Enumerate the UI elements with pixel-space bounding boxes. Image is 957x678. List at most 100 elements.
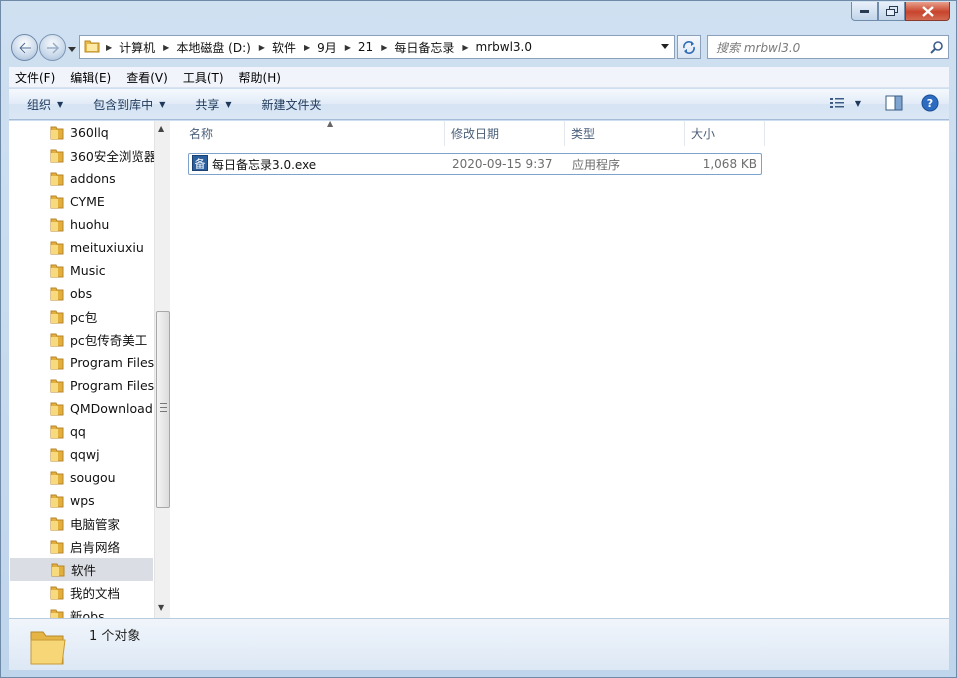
tree-item[interactable]: 360llq bbox=[9, 121, 154, 144]
tree-item-label: 我的文档 bbox=[70, 586, 121, 601]
menu-edit[interactable]: 编辑(E) bbox=[70, 69, 111, 86]
include-in-library-button[interactable]: 包含到库中 ▼ bbox=[93, 96, 165, 113]
tree-item-label: Music bbox=[70, 263, 106, 278]
chevron-right-icon: ▶ bbox=[462, 42, 469, 52]
recent-pages-dropdown[interactable] bbox=[68, 42, 77, 56]
breadcrumb-label: 软件 bbox=[271, 40, 296, 55]
tree-item-label: obs bbox=[70, 286, 93, 301]
share-button[interactable]: 共享 ▼ bbox=[195, 96, 231, 113]
address-history-dropdown[interactable] bbox=[656, 36, 674, 58]
file-row[interactable]: 备 每日备忘录3.0.exe 2020-09-15 9:37 应用程序 1,06… bbox=[188, 153, 762, 175]
tree-item[interactable]: huohu bbox=[9, 213, 154, 236]
tree-item[interactable]: sougou bbox=[9, 466, 154, 489]
tree-item[interactable]: Program Files bbox=[9, 351, 154, 374]
tree-item[interactable]: obs bbox=[9, 282, 154, 305]
tree-item[interactable]: qqwj bbox=[9, 443, 154, 466]
breadcrumb-21[interactable]: ▶ 21 bbox=[345, 40, 373, 54]
folder-icon bbox=[50, 562, 66, 581]
minimize-button[interactable] bbox=[851, 2, 878, 21]
folder-icon bbox=[49, 148, 65, 167]
folder-icon bbox=[27, 624, 67, 671]
file-name: 每日备忘录3.0.exe bbox=[212, 157, 317, 172]
tree-item[interactable]: 新obs bbox=[9, 604, 154, 618]
breadcrumb-drive-d[interactable]: ▶ 本地磁盘 (D:) bbox=[163, 39, 251, 56]
tree-item[interactable]: QMDownload bbox=[9, 397, 154, 420]
address-bar[interactable]: ▶ 计算机 ▶ 本地磁盘 (D:) ▶ 软件 ▶ 9月 ▶ 21 ▶ 每日备忘录 bbox=[79, 35, 675, 59]
folder-icon bbox=[49, 355, 65, 374]
change-view-button[interactable]: ▼ bbox=[829, 96, 861, 110]
chevron-down-icon: ▼ bbox=[57, 99, 64, 109]
explorer-window: ▶ 计算机 ▶ 本地磁盘 (D:) ▶ 软件 ▶ 9月 ▶ 21 ▶ 每日备忘录 bbox=[0, 0, 957, 678]
tree-item-label: addons bbox=[70, 171, 116, 186]
breadcrumb-mrbwl[interactable]: ▶ mrbwl3.0 bbox=[462, 40, 532, 54]
breadcrumb-label: 9月 bbox=[317, 40, 337, 55]
tree-item[interactable]: qq bbox=[9, 420, 154, 443]
scrollbar-thumb[interactable] bbox=[156, 311, 170, 508]
help-button[interactable]: ? bbox=[921, 94, 939, 112]
column-type-label: 类型 bbox=[571, 127, 596, 141]
menu-view[interactable]: 查看(V) bbox=[126, 69, 168, 86]
folder-icon bbox=[49, 125, 65, 144]
tree-item[interactable]: wps bbox=[9, 489, 154, 512]
search-icon[interactable] bbox=[930, 40, 944, 57]
tree-item[interactable]: 软件 bbox=[10, 558, 153, 581]
navigation-scrollbar[interactable]: ▲ ▼ bbox=[154, 121, 170, 618]
chevron-right-icon: ▶ bbox=[106, 42, 113, 52]
folder-icon bbox=[49, 447, 65, 466]
chevron-right-icon: ▶ bbox=[258, 42, 265, 52]
chevron-right-icon: ▶ bbox=[303, 42, 311, 52]
tree-item[interactable]: CYME bbox=[9, 190, 154, 213]
tree-item[interactable]: 启肯网络 bbox=[9, 535, 154, 558]
back-button[interactable] bbox=[11, 34, 38, 61]
breadcrumb-september[interactable]: ▶ 9月 bbox=[304, 39, 337, 56]
menu-tools[interactable]: 工具(T) bbox=[183, 69, 224, 86]
close-button[interactable] bbox=[905, 2, 950, 21]
tree-item[interactable]: meituxiuxiu bbox=[9, 236, 154, 259]
content-area: 360llq 360安全浏览器 addons CYME huohu meituxiuxiu… bbox=[9, 119, 949, 618]
chevron-down-icon bbox=[68, 47, 76, 52]
tree-item[interactable]: 我的文档 bbox=[9, 581, 154, 604]
scroll-up-arrow-icon[interactable]: ▲ bbox=[158, 124, 164, 133]
column-type[interactable]: 类型 bbox=[565, 121, 685, 146]
maximize-button[interactable] bbox=[878, 2, 905, 21]
preview-pane-button[interactable] bbox=[885, 95, 903, 111]
column-modified[interactable]: 修改日期 bbox=[445, 121, 565, 146]
search-input[interactable]: 搜索 mrbwl3.0 bbox=[707, 35, 949, 59]
refresh-button[interactable] bbox=[677, 35, 701, 59]
menu-bar: 文件(F) 编辑(E) 查看(V) 工具(T) 帮助(H) bbox=[9, 67, 949, 88]
organize-button[interactable]: 组织 ▼ bbox=[27, 96, 63, 113]
preview-pane-icon bbox=[885, 95, 903, 111]
command-bar: 组织 ▼ 包含到库中 ▼ 共享 ▼ 新建文件夹 ▼ ? bbox=[9, 89, 949, 120]
column-modified-label: 修改日期 bbox=[451, 127, 500, 141]
column-name[interactable]: 名称 ▲ bbox=[183, 119, 445, 146]
forward-button[interactable] bbox=[39, 34, 66, 61]
scroll-down-arrow-icon[interactable]: ▼ bbox=[158, 603, 164, 612]
tree-item[interactable]: Program Files bbox=[9, 374, 154, 397]
breadcrumb-label: 计算机 bbox=[119, 40, 156, 55]
column-size[interactable]: 大小 bbox=[685, 121, 765, 146]
menu-help[interactable]: 帮助(H) bbox=[239, 69, 281, 86]
tree-item[interactable]: 360安全浏览器 bbox=[9, 144, 154, 167]
tree-item[interactable]: 电脑管家 bbox=[9, 512, 154, 535]
breadcrumb-label: 21 bbox=[357, 40, 374, 54]
tree-item[interactable]: Music bbox=[9, 259, 154, 282]
folder-icon bbox=[49, 493, 65, 512]
chevron-down-icon[interactable]: ▼ bbox=[855, 99, 861, 108]
tree-item[interactable]: pc包传奇美工 bbox=[9, 328, 154, 351]
folder-icon bbox=[49, 516, 65, 535]
new-folder-button[interactable]: 新建文件夹 bbox=[262, 96, 322, 113]
breadcrumb-memo[interactable]: ▶ 每日备忘录 bbox=[381, 39, 454, 56]
help-icon: ? bbox=[921, 94, 939, 112]
menu-file[interactable]: 文件(F) bbox=[15, 69, 55, 86]
folder-icon bbox=[49, 217, 65, 236]
tree-item[interactable]: pc包 bbox=[9, 305, 154, 328]
chevron-right-icon: ▶ bbox=[163, 42, 170, 52]
breadcrumb-software[interactable]: ▶ 软件 bbox=[259, 39, 296, 56]
tree-item-label: huohu bbox=[70, 217, 110, 232]
tree-item-label: 360安全浏览器 bbox=[70, 149, 154, 164]
folder-icon bbox=[49, 240, 65, 259]
new-folder-label: 新建文件夹 bbox=[261, 97, 322, 112]
breadcrumb-computer[interactable]: ▶ 计算机 bbox=[106, 39, 155, 56]
column-headers: 名称 ▲ 修改日期 类型 大小 bbox=[172, 119, 949, 146]
tree-item[interactable]: addons bbox=[9, 167, 154, 190]
